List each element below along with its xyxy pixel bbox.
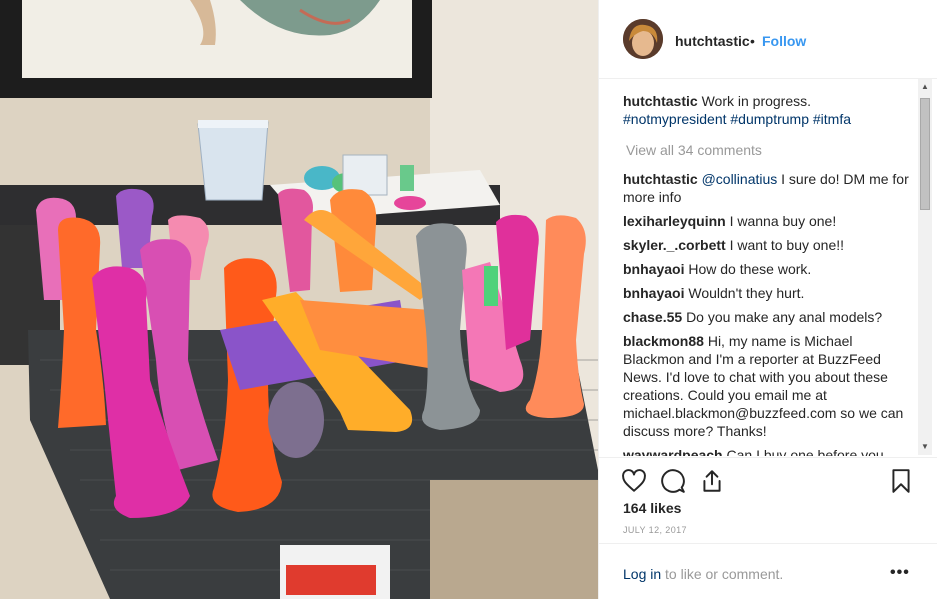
caption-username[interactable]: hutchtastic (623, 93, 698, 109)
caption-text: Work in progress. (701, 93, 812, 109)
comment-item: waywardpeach Can I buy one before you (623, 446, 913, 456)
owner-username[interactable]: hutchtastic (675, 33, 750, 49)
comment-username[interactable]: bnhayaoi (623, 261, 684, 277)
comment-username[interactable]: chase.55 (623, 309, 682, 325)
scroll-up-arrow-icon[interactable]: ▲ (918, 80, 932, 94)
post-date[interactable]: JULY 12, 2017 (623, 525, 687, 535)
comment-text: Can I buy one before you (726, 447, 884, 456)
comment-text: I wanna buy one! (729, 213, 837, 229)
avatar[interactable] (623, 19, 663, 59)
login-footer: Log in to like or comment. ••• (599, 543, 937, 599)
login-link[interactable]: Log in (623, 566, 661, 582)
comment-item: skyler._.corbett I want to buy one!! (623, 236, 913, 254)
comment-text: I want to buy one!! (729, 237, 845, 253)
comment-item: lexiharleyquinn I wanna buy one! (623, 212, 913, 230)
comment-text: Wouldn't they hurt. (688, 285, 805, 301)
like-button[interactable] (621, 468, 649, 496)
comment-bubble-icon (661, 469, 685, 493)
comment-item: hutchtastic @collinatius I sure do! DM m… (623, 170, 913, 206)
comment-item: bnhayaoi Wouldn't they hurt. (623, 284, 913, 302)
caption-hashtags[interactable]: #notmypresident #dumptrump #itmfa (623, 111, 851, 127)
comment-item: chase.55 Do you make any anal models? (623, 308, 913, 326)
share-icon (703, 470, 721, 492)
comment-username[interactable]: blackmon88 (623, 333, 704, 349)
comment-item: blackmon88 Hi, my name is Michael Blackm… (623, 332, 913, 440)
comment-username[interactable]: lexiharleyquinn (623, 213, 726, 229)
instagram-post: hutchtastic • Follow hutchtastic Work in… (0, 0, 937, 599)
comment-username[interactable]: hutchtastic (623, 171, 698, 187)
comment-text: Do you make any anal models? (686, 309, 883, 325)
caption: hutchtastic Work in progress. #notmypres… (623, 92, 913, 128)
post-side-panel: hutchtastic • Follow hutchtastic Work in… (598, 0, 937, 599)
more-options-icon[interactable]: ••• (890, 564, 910, 582)
avatar-image (623, 19, 663, 59)
bookmark-icon (892, 469, 910, 493)
comment-username[interactable]: waywardpeach (623, 447, 723, 456)
view-all-comments-link[interactable]: View all 34 comments (626, 141, 913, 159)
comment-item: bnhayaoi How do these work. (623, 260, 913, 278)
comment-button[interactable] (660, 468, 688, 496)
share-button[interactable] (699, 468, 727, 496)
comment-text: How do these work. (688, 261, 812, 277)
comments-list: hutchtastic Work in progress. #notmypres… (623, 92, 913, 456)
action-bar (599, 457, 937, 497)
photo-illustration (0, 0, 598, 599)
heart-icon (622, 469, 646, 492)
post-photo (0, 0, 598, 599)
comment-username[interactable]: bnhayaoi (623, 285, 684, 301)
scrollbar-thumb[interactable] (920, 98, 930, 210)
comment-username[interactable]: skyler._.corbett (623, 237, 726, 253)
post-header: hutchtastic • Follow (599, 0, 937, 79)
scroll-down-arrow-icon[interactable]: ▼ (918, 440, 932, 454)
follow-button[interactable]: Follow (762, 33, 806, 49)
likes-count[interactable]: 164 likes (623, 500, 681, 516)
header-separator: • (750, 33, 755, 49)
save-button[interactable] (888, 468, 916, 496)
login-prompt-text: to like or comment. (661, 566, 784, 582)
login-prompt: Log in to like or comment. (623, 566, 783, 582)
comment-mention[interactable]: @collinatius (702, 171, 778, 187)
